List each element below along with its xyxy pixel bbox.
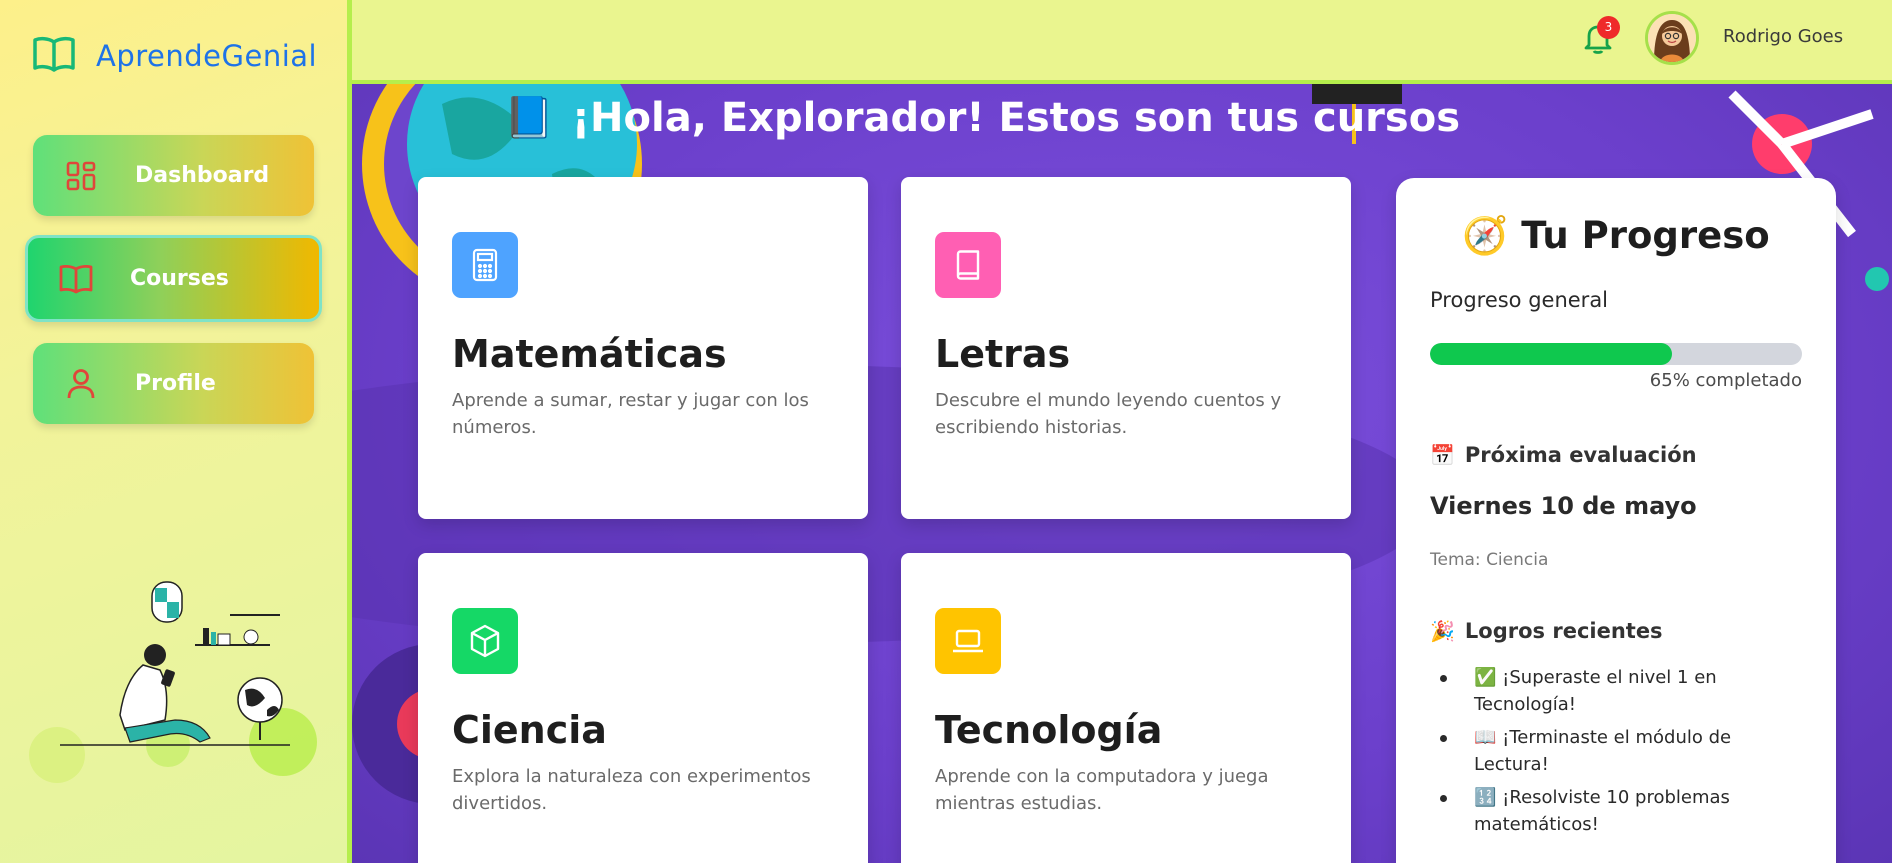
brand-name: AprendeGenial (96, 39, 318, 73)
achievement-item: ✅ ¡Superaste el nivel 1 en Tecnología! (1440, 664, 1804, 718)
progress-title: 🧭 Tu Progreso (1462, 214, 1770, 257)
top-bar: 3 Rodrigo Goes (352, 0, 1892, 84)
course-title: Ciencia (452, 708, 607, 752)
general-progress-bar (1430, 343, 1802, 365)
courses-main-area: 📘 ¡Hola, Explorador! Estos son tus cursos… (352, 84, 1892, 863)
progress-percent-text: 65% completado (1649, 370, 1802, 391)
book-icon (935, 232, 1001, 298)
cube-icon (452, 608, 518, 674)
laptop-icon (935, 608, 1001, 674)
next-evaluation-topic: Tema: Ciencia (1430, 550, 1549, 570)
brand-logo[interactable]: AprendeGenial (32, 34, 317, 78)
sidebar-item-courses[interactable]: Courses (25, 235, 322, 322)
progress-panel: 🧭 Tu Progreso Progreso general 65% compl… (1396, 178, 1836, 863)
blue-book-icon: 📘 (503, 95, 554, 141)
general-progress-label: Progreso general (1430, 288, 1609, 312)
course-description: Explora la naturaleza con experimentos d… (452, 766, 811, 814)
achievement-item: 🔢 ¡Resolviste 10 problemas matemáticos! (1440, 784, 1804, 838)
compass-icon: 🧭 (1462, 214, 1509, 257)
sidebar-item-dashboard[interactable]: Dashboard (33, 135, 314, 216)
course-card-tecnologia[interactable]: Tecnología Aprende con la computadora y … (901, 553, 1351, 863)
student-reading-illustration (29, 581, 317, 783)
course-description: Descubre el mundo leyendo cuentos y escr… (935, 390, 1282, 438)
sidebar-item-label: Dashboard (135, 163, 270, 188)
numbers-icon: 🔢 (1474, 787, 1497, 808)
grid-icon (63, 158, 99, 194)
sidebar-item-label: Courses (130, 266, 229, 291)
achievements-heading: 🎉 Logros recientes (1430, 619, 1663, 643)
calendar-icon: 📅 (1430, 443, 1455, 467)
next-evaluation-date: Viernes 10 de mayo (1430, 492, 1697, 520)
user-icon (63, 366, 99, 402)
next-evaluation-heading: 📅 Próxima evaluación (1430, 443, 1697, 467)
achievement-item: 📖 ¡Terminaste el módulo de Lectura! (1440, 724, 1804, 778)
course-card-letras[interactable]: Letras Descubre el mundo leyendo cuentos… (901, 177, 1351, 519)
progress-bar-fill (1430, 343, 1672, 365)
course-card-matematicas[interactable]: Matemáticas Aprende a sumar, restar y ju… (418, 177, 868, 519)
course-title: Letras (935, 332, 1071, 376)
course-card-ciencia[interactable]: Ciencia Explora la naturaleza con experi… (418, 553, 868, 863)
user-name[interactable]: Rodrigo Goes (1723, 26, 1843, 47)
open-book-icon (32, 34, 76, 78)
sidebar-item-label: Profile (135, 371, 216, 396)
avatar[interactable] (1645, 11, 1699, 65)
course-description: Aprende con la computadora y juega mient… (935, 766, 1269, 814)
check-icon: ✅ (1474, 667, 1497, 688)
sidebar-item-profile[interactable]: Profile (33, 343, 314, 424)
course-title: Matemáticas (452, 332, 727, 376)
party-popper-icon: 🎉 (1430, 619, 1455, 643)
calculator-icon (452, 232, 518, 298)
page-title: 📘 ¡Hola, Explorador! Estos son tus cursos (503, 95, 1460, 141)
course-title: Tecnología (935, 708, 1163, 752)
course-description: Aprende a sumar, restar y jugar con los … (452, 390, 809, 438)
sidebar: AprendeGenial Dashboard Courses Profile (0, 0, 352, 863)
book-icon: 📖 (1474, 727, 1497, 748)
open-book-icon (58, 261, 94, 297)
notification-count-badge: 3 (1597, 16, 1620, 39)
